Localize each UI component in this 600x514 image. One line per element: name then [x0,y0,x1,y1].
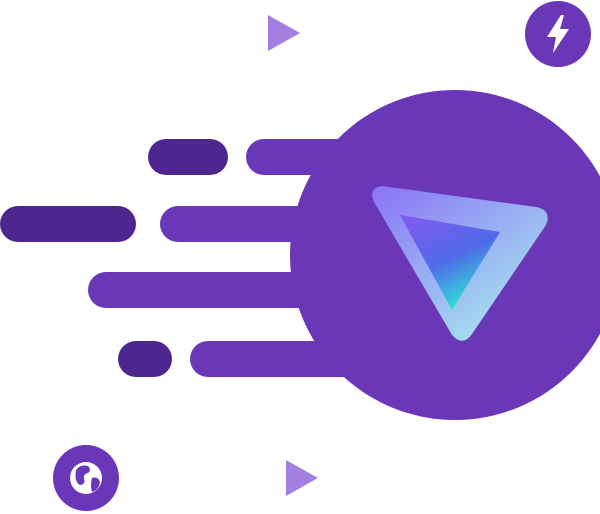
globe-badge [53,445,119,511]
speed-line-2 [160,206,395,242]
speed-line-dark-2 [0,206,136,242]
bottom-play-icon [286,460,318,496]
lightning-badge [525,1,591,67]
speed-line-1 [246,139,396,175]
speed-line-dark-3 [118,341,172,377]
top-play-icon [268,15,300,51]
speed-line-dark-1 [148,139,228,175]
illustration-canvas [0,1,600,511]
speed-line-3 [88,272,398,308]
speed-line-4 [190,341,400,377]
globe-icon [70,462,102,494]
speed-illustration [0,0,600,514]
